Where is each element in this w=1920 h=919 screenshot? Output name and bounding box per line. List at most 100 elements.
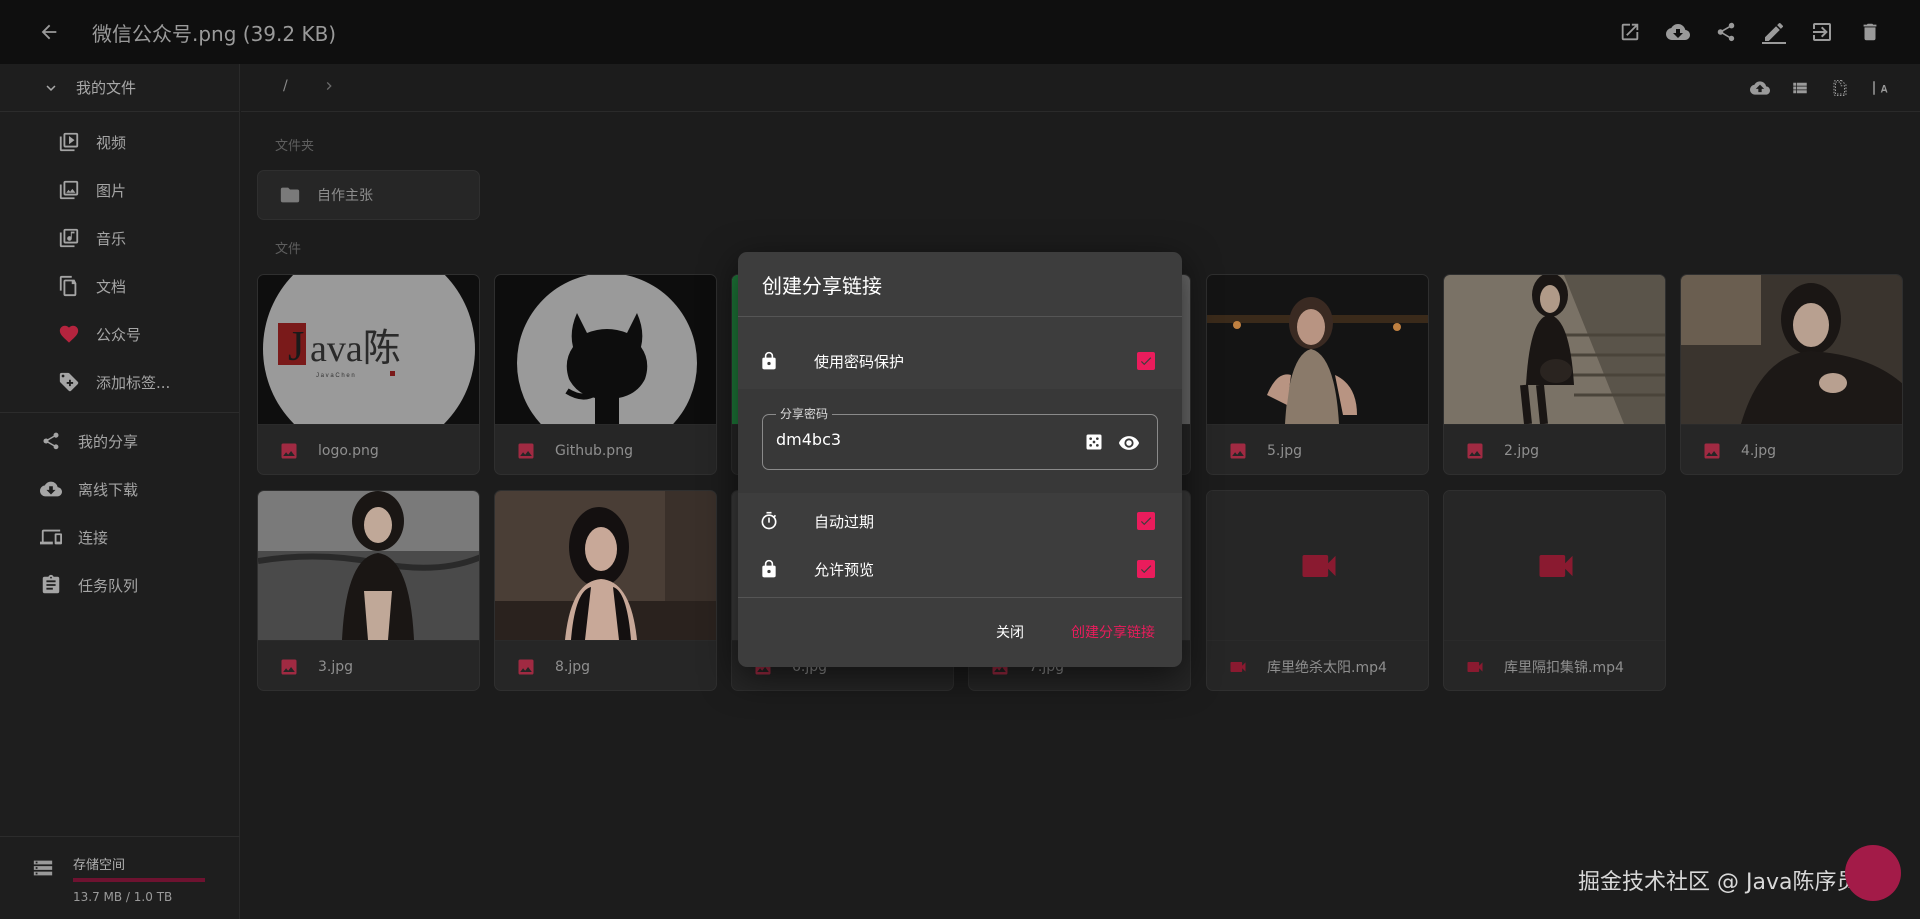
file-card-logo[interactable]: J ava陈 J a v a C h e n logo.png [257, 274, 480, 475]
cloud-upload-icon [1750, 81, 1770, 95]
file-card-5[interactable]: 5.jpg [1206, 274, 1429, 475]
file-name: logo.png [318, 442, 379, 459]
thumbnail-video [1444, 491, 1665, 640]
back-button[interactable] [24, 7, 74, 57]
chevron-down-icon [46, 84, 56, 91]
file-card-3[interactable]: 3.jpg [257, 490, 480, 691]
file-card-video-2[interactable]: 库里隔扣集锦.mp4 [1443, 490, 1666, 691]
password-protect-row[interactable]: 使用密码保护 [738, 333, 1182, 389]
sidebar-item-my-shares[interactable]: 我的分享 [0, 417, 239, 465]
sidebar-item-images[interactable]: 图片 [0, 166, 239, 214]
chevron-right-icon [326, 82, 332, 90]
sidebar-my-files[interactable]: 我的文件 [0, 64, 239, 112]
share-password-label: 分享密码 [776, 405, 833, 422]
toggle-password-visibility-button[interactable] [1118, 432, 1140, 454]
floating-action-button[interactable] [1845, 845, 1901, 901]
random-password-button[interactable] [1084, 432, 1104, 452]
folder-name: 自作主张 [317, 188, 373, 204]
file-name: 3.jpg [318, 658, 354, 675]
password-protect-checkbox[interactable] [1137, 352, 1155, 370]
download-icon [1666, 24, 1690, 40]
task-queue-icon [40, 574, 62, 596]
auto-expire-checkbox[interactable] [1137, 512, 1155, 530]
storage-icon [33, 860, 53, 876]
breadcrumb-expand[interactable] [321, 78, 337, 94]
image-file-icon [1227, 441, 1249, 461]
sidebar-item-task-queue[interactable]: 任务队列 [0, 561, 239, 609]
open-external-icon [1621, 23, 1639, 41]
file-card-2[interactable]: 2.jpg [1443, 274, 1666, 475]
storage-title: 存储空间 [73, 858, 126, 873]
open-external-button[interactable] [1606, 8, 1654, 56]
select-all-button[interactable] [1820, 72, 1860, 104]
dialog-title: 创建分享链接 [762, 274, 882, 298]
file-name: Github.png [555, 442, 633, 459]
edit-icon [1762, 22, 1786, 44]
create-share-link-button[interactable]: 创建分享链接 [1071, 622, 1155, 642]
sidebar-item-wechat[interactable]: 公众号 [0, 310, 239, 358]
close-button[interactable]: 关闭 [996, 622, 1024, 642]
watermark: 掘金技术社区 @ Java陈序员 [1578, 870, 1859, 895]
create-share-link-dialog: 创建分享链接 使用密码保护 分享密码 dm4bc3 自动过期 允许预览 关闭 创… [738, 252, 1182, 667]
share-button[interactable] [1702, 8, 1750, 56]
sidebar-item-connect[interactable]: 连接 [0, 513, 239, 561]
lock-icon [757, 559, 781, 579]
lock-icon [757, 351, 781, 371]
file-card-video-1[interactable]: 库里绝杀太阳.mp4 [1206, 490, 1429, 691]
sidebar-item-label: 公众号 [96, 325, 142, 344]
top-app-bar: 微信公众号.png (39.2 KB) [0, 0, 1920, 64]
sidebar-item-documents[interactable]: 文档 [0, 262, 239, 310]
video-library-icon [58, 131, 80, 153]
file-card-4[interactable]: 4.jpg [1680, 274, 1903, 475]
list-view-icon [1793, 82, 1807, 94]
folders-section-label: 文件夹 [275, 139, 315, 154]
sidebar-divider [0, 412, 239, 413]
sidebar-item-video[interactable]: 视频 [0, 118, 239, 166]
allow-preview-row[interactable]: 允许预览 [738, 541, 1182, 597]
file-name: 2.jpg [1504, 442, 1540, 459]
sidebar-item-add-tag[interactable]: 添加标签... [0, 358, 239, 406]
share-icon [40, 430, 62, 452]
thumbnail-8 [495, 491, 716, 640]
breadcrumb-root[interactable]: / [283, 78, 288, 94]
sidebar-item-label: 任务队列 [78, 576, 139, 595]
file-card-8[interactable]: 8.jpg [494, 490, 717, 691]
video-camera-icon [1539, 554, 1572, 577]
cloud-download-icon [40, 478, 62, 500]
sidebar-item-music[interactable]: 音乐 [0, 214, 239, 262]
folder-item[interactable]: 自作主张 [257, 170, 480, 220]
move-button[interactable] [1798, 8, 1846, 56]
image-file-icon [515, 441, 537, 461]
svg-text:J a v a C h e n: J a v a C h e n [316, 373, 355, 379]
files-section-label: 文件 [275, 242, 302, 257]
thumbnail-4 [1681, 275, 1902, 424]
allow-preview-checkbox[interactable] [1137, 560, 1155, 578]
upload-button[interactable] [1740, 72, 1780, 104]
delete-button[interactable] [1846, 8, 1894, 56]
rename-button[interactable] [1750, 8, 1798, 56]
storage-panel: 存储空间 13.7 MB / 1.0 TB [0, 836, 240, 919]
eye-icon [1118, 436, 1140, 450]
check-icon [1140, 357, 1152, 366]
dice-icon [1086, 434, 1102, 450]
video-camera-icon [1302, 554, 1335, 577]
timer-icon [757, 511, 781, 531]
check-icon [1140, 517, 1152, 526]
list-view-button[interactable] [1780, 72, 1820, 104]
file-title: 微信公众号.png (39.2 KB) [92, 21, 337, 46]
file-name: 4.jpg [1741, 442, 1777, 459]
video-file-icon [1464, 657, 1486, 677]
auto-expire-label: 自动过期 [814, 512, 875, 531]
file-card-github[interactable]: Github.png [494, 274, 717, 475]
sidebar-item-offline-download[interactable]: 离线下载 [0, 465, 239, 513]
sort-alpha-icon [1873, 81, 1888, 95]
share-password-value[interactable]: dm4bc3 [776, 430, 841, 449]
file-name: 库里隔扣集锦.mp4 [1504, 659, 1624, 676]
storage-progress-bar [73, 878, 205, 882]
move-icon [1813, 23, 1831, 41]
download-button[interactable] [1654, 8, 1702, 56]
folder-icon [280, 187, 300, 203]
image-library-icon [58, 179, 80, 201]
sort-button[interactable] [1860, 72, 1900, 104]
sidebar-item-label: 我的分享 [78, 432, 139, 451]
